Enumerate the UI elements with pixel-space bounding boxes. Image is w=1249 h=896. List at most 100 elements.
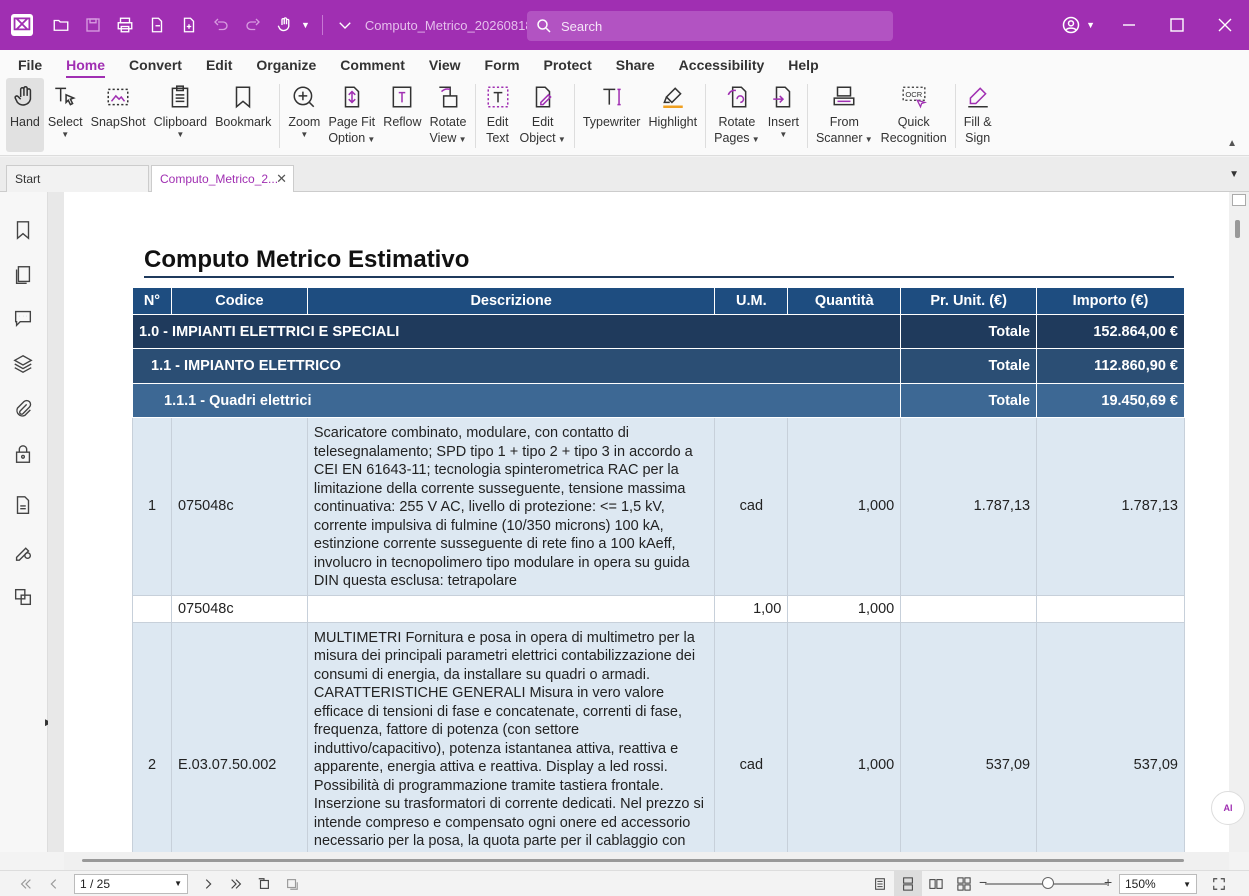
horizontal-scrollbar[interactable] (64, 852, 1229, 870)
menu-organize[interactable]: Organize (244, 50, 328, 78)
menu-file[interactable]: File (6, 50, 54, 78)
scrollbar-thumb[interactable] (82, 859, 1184, 862)
from-scanner-button[interactable]: From Scanner ▼ (812, 78, 877, 152)
reflow-button[interactable]: Reflow (379, 78, 425, 152)
vertical-scrollbar[interactable] (1229, 192, 1249, 852)
typewriter-button[interactable]: Typewriter (579, 78, 645, 152)
zoom-out-icon[interactable]: − (979, 874, 987, 890)
attachments-panel-icon[interactable] (12, 398, 36, 422)
quick-recognition-button[interactable]: OCR Quick Recognition (877, 78, 951, 152)
close-tab-icon[interactable]: ✕ (276, 166, 287, 192)
zoom-level-select[interactable]: 150% ▼ (1119, 874, 1197, 894)
clipboard-button[interactable]: Clipboard ▼ (150, 78, 212, 152)
search-placeholder: Search (561, 18, 603, 34)
menu-view[interactable]: View (417, 50, 473, 78)
select-button[interactable]: Select ▼ (44, 78, 87, 152)
signature-panel-icon[interactable] (12, 540, 36, 564)
next-view-button[interactable] (278, 871, 306, 896)
save-icon[interactable] (77, 9, 109, 41)
fill-sign-label-1: Fill & (963, 115, 992, 129)
scroll-up-button[interactable] (1232, 194, 1246, 206)
menu-comment[interactable]: Comment (328, 50, 417, 78)
chevron-down-icon: ▼ (749, 135, 760, 144)
bookmark-panel-icon[interactable] (12, 219, 36, 243)
edit-object-button[interactable]: Edit Object ▼ (516, 78, 570, 152)
edit-text-button[interactable]: Edit Text (480, 78, 516, 152)
bookmark-button[interactable]: Bookmark (211, 78, 275, 152)
previous-view-button[interactable] (250, 871, 278, 896)
rotate-view-button[interactable]: Rotate View ▼ (426, 78, 471, 152)
minimize-button[interactable] (1105, 0, 1153, 50)
menu-accessibility[interactable]: Accessibility (667, 50, 777, 78)
hand-button[interactable]: Hand (6, 78, 44, 152)
item-unit: cad (714, 417, 789, 596)
tab-list-dropdown-icon[interactable]: ▼ (1229, 169, 1239, 180)
account-button[interactable]: ▼ (1061, 15, 1095, 35)
menu-home[interactable]: Home (54, 50, 117, 78)
continuous-facing-view-button[interactable] (950, 871, 978, 896)
pages-panel-icon[interactable] (12, 264, 36, 288)
page-number-input[interactable]: 1 / 25 ▼ (74, 873, 188, 894)
page-fit-option-button[interactable]: Page Fit Option ▼ (324, 78, 379, 152)
fill-sign-button[interactable]: Fill & Sign (960, 78, 996, 152)
table-row: 2 E.03.07.50.002 MULTIMETRI Fornitura e … (132, 621, 1185, 852)
single-page-view-button[interactable] (866, 871, 894, 896)
undo-icon[interactable] (205, 9, 237, 41)
scrollbar-thumb[interactable] (1235, 220, 1240, 238)
customize-toolbar-icon[interactable] (329, 9, 361, 41)
menu-protect[interactable]: Protect (532, 50, 604, 78)
zoom-button[interactable]: Zoom ▼ (284, 78, 324, 152)
next-page-button[interactable] (194, 871, 222, 896)
print-icon[interactable] (109, 9, 141, 41)
menu-help[interactable]: Help (776, 50, 830, 78)
tab-start[interactable]: Start (6, 165, 149, 192)
continuous-view-button[interactable] (894, 871, 922, 896)
edit-text-label-1: Edit (486, 115, 509, 129)
new-document-icon[interactable] (141, 9, 173, 41)
rotate-pages-button[interactable]: Rotate Pages ▼ (710, 78, 764, 152)
hand-icon (11, 82, 39, 112)
group-totale-label: Totale (900, 348, 1038, 384)
item-unit-price: 1.787,13 (900, 417, 1038, 596)
chevron-down-icon: ▼ (176, 130, 185, 139)
chevron-down-icon[interactable]: ▼ (301, 20, 310, 30)
last-page-button[interactable] (222, 871, 250, 896)
hand-tool-icon[interactable] (269, 9, 301, 41)
maximize-button[interactable] (1153, 0, 1201, 50)
snapshot-button[interactable]: SnapShot (87, 78, 150, 152)
chevron-down-icon: ▼ (61, 130, 70, 139)
chevron-down-icon[interactable]: ▼ (174, 879, 182, 888)
ai-assistant-button[interactable]: AI (1211, 791, 1245, 825)
menu-share[interactable]: Share (604, 50, 667, 78)
document-viewport[interactable]: Computo Metrico Estimativo N° Codice Des… (48, 192, 1229, 852)
comments-panel-icon[interactable] (12, 307, 36, 331)
fullscreen-button[interactable] (1205, 871, 1233, 896)
facing-view-button[interactable] (922, 871, 950, 896)
page-fit-icon (338, 82, 366, 112)
bookmark-icon (229, 82, 257, 112)
zoom-in-icon[interactable]: + (1104, 874, 1112, 890)
menu-convert[interactable]: Convert (117, 50, 194, 78)
previous-page-button[interactable] (40, 871, 68, 896)
highlight-button[interactable]: Highlight (644, 78, 701, 152)
edit-object-label-2-text: Object (519, 131, 556, 145)
zoom-slider-handle[interactable] (1042, 877, 1055, 889)
menu-edit[interactable]: Edit (194, 50, 244, 78)
double-chevron-right-icon (231, 878, 242, 889)
menu-form[interactable]: Form (473, 50, 532, 78)
first-page-button[interactable] (12, 871, 40, 896)
search-input[interactable]: Search (527, 11, 893, 41)
redo-icon[interactable] (237, 9, 269, 41)
tab-document[interactable]: Computo_Metrico_2... ✕ (151, 165, 294, 193)
document-properties-icon[interactable] (12, 494, 36, 518)
security-panel-icon[interactable] (12, 443, 36, 467)
item-amount: 537,09 (1036, 621, 1185, 852)
close-button[interactable] (1201, 0, 1249, 50)
open-folder-icon[interactable] (45, 9, 77, 41)
create-pdf-icon[interactable] (173, 9, 205, 41)
collapse-ribbon-icon[interactable]: ▲ (1227, 138, 1237, 149)
compare-panel-icon[interactable] (12, 586, 36, 610)
col-header-descrizione: Descrizione (306, 287, 716, 315)
insert-button[interactable]: Insert ▼ (764, 78, 803, 152)
layers-panel-icon[interactable] (12, 353, 36, 377)
